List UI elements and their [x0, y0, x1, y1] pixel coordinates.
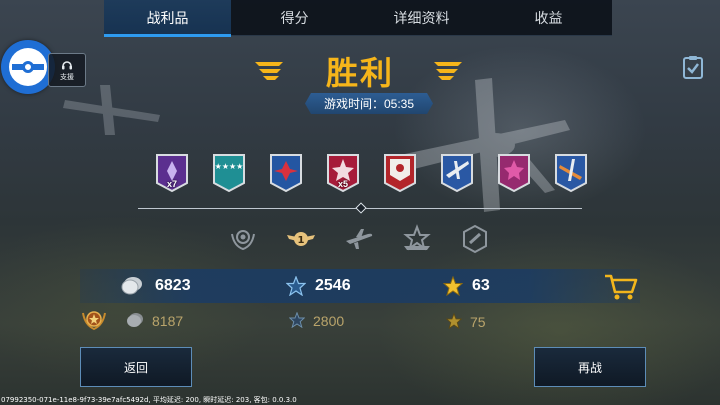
magenta-star-badge-icon	[498, 154, 530, 193]
shopping-cart-icon[interactable]	[604, 273, 638, 301]
victory-title: 胜利	[325, 54, 394, 92]
tab-loot-label: 战利品	[146, 10, 189, 26]
tab-loot[interactable]: 战利品	[104, 0, 231, 37]
blue-plane-badge-icon	[441, 154, 473, 193]
tab-earnings-label: 收益	[534, 10, 563, 26]
left-wing-stripes-icon	[255, 62, 283, 80]
play-again-button[interactable]: 再战	[534, 347, 646, 387]
tab-earnings[interactable]: 收益	[485, 0, 612, 36]
research-value: 2546	[315, 277, 351, 294]
loot-badge-1[interactable]: x7	[155, 153, 189, 193]
premium-silver-value: 8187	[152, 313, 184, 329]
loot-qty-1: x7	[166, 179, 177, 189]
tab-score-label: 得分	[280, 10, 309, 26]
svg-text:★★★★: ★★★★	[215, 162, 244, 171]
session-info-footer: 07992350-071e-11e8-9f73-39e7afc5492d, 平均…	[1, 396, 297, 404]
silver-value: 6823	[155, 277, 191, 294]
game-time-text: 游戏时间：05:35	[323, 97, 415, 111]
tab-details[interactable]: 详细资料	[358, 0, 485, 36]
star-banner-icon	[403, 224, 431, 251]
loot-row: x7 ★★★★ x5	[155, 153, 588, 193]
loot-badge-7[interactable]	[497, 153, 531, 193]
red-white-emblem-badge-icon	[384, 154, 416, 193]
silver-coins-icon	[121, 277, 142, 295]
premium-medal-icon	[82, 311, 106, 331]
right-wing-stripes-icon	[434, 62, 462, 80]
svg-text:1: 1	[298, 235, 305, 246]
premium-silver-icon	[127, 313, 143, 327]
loot-qty-4: x5	[337, 179, 348, 189]
play-again-button-label: 再战	[577, 360, 602, 375]
gold-star-icon	[443, 276, 463, 296]
airplane-icon	[346, 229, 373, 249]
tab-bar: 战利品 得分 详细资料 收益	[104, 0, 612, 37]
loot-badge-2[interactable]: ★★★★	[212, 153, 246, 193]
winged-rank-one-icon: 1	[287, 232, 315, 246]
premium-gold-star-value: 75	[470, 314, 486, 330]
gold-star-value: 63	[472, 277, 490, 294]
teal-stars-badge-icon: ★★★★	[213, 154, 245, 193]
loot-badge-8[interactable]	[554, 153, 588, 193]
game-time-banner: 游戏时间：05:35	[305, 93, 433, 114]
premium-gold-star-icon	[446, 313, 462, 329]
loot-badge-6[interactable]	[440, 153, 474, 193]
blue-plane-badge-2-icon	[555, 154, 587, 193]
premium-research-value: 2800	[313, 313, 345, 329]
hexagon-badge-icon	[463, 224, 487, 254]
rank-icons-row: 1	[228, 224, 492, 256]
victory-header: 胜利	[0, 48, 720, 92]
tab-score[interactable]: 得分	[231, 0, 358, 36]
premium-research-star-icon	[289, 312, 305, 328]
loot-badge-5[interactable]	[383, 153, 417, 193]
research-star-icon	[286, 276, 306, 296]
back-button-label: 返回	[123, 360, 148, 375]
back-button[interactable]: 返回	[80, 347, 192, 387]
laurel-medal-icon	[231, 230, 255, 251]
loot-badge-3[interactable]	[269, 153, 303, 193]
tab-details-label: 详细资料	[393, 10, 450, 26]
loot-badge-4[interactable]: x5	[326, 153, 360, 193]
blue-red-cross-badge-icon	[270, 154, 302, 193]
